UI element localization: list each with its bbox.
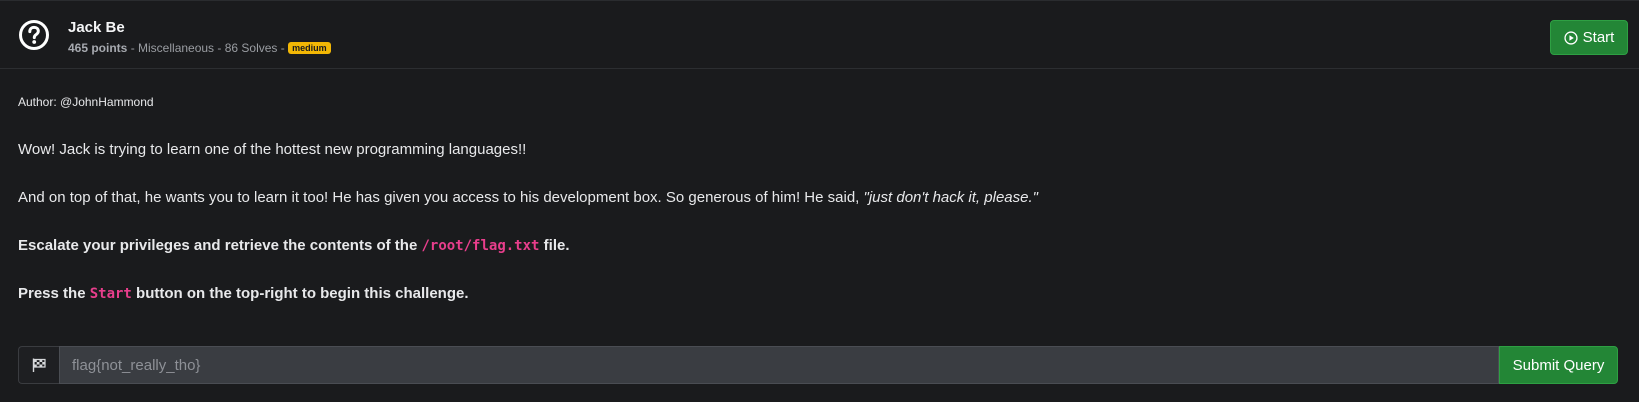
paragraph-3-before: Escalate your privileges and retrieve th… [18,237,422,254]
checkered-flag-icon [32,358,46,372]
paragraph-2-text: And on top of that, he wants you to lear… [18,189,864,206]
question-circle-icon [19,20,49,50]
description-paragraph-1: Wow! Jack is trying to learn one of the … [18,141,527,158]
flag-icon-addon [18,346,59,384]
challenge-title: Jack Be [68,19,125,36]
description-paragraph-2: And on top of that, he wants you to lear… [18,189,1038,206]
challenge-meta: 465 points - Miscellaneous - 86 Solves -… [68,41,331,55]
description-paragraph-4: Press the Start button on the top-right … [18,285,469,302]
submit-query-button[interactable]: Submit Query [1499,346,1618,384]
flag-submit-form: Submit Query [18,346,1618,384]
paragraph-2-quote: "just don't hack it, please." [863,189,1038,206]
challenge-header: Jack Be 465 points - Miscellaneous - 86 … [0,1,1639,69]
flag-input[interactable] [59,346,1499,384]
challenge-card: Jack Be 465 points - Miscellaneous - 86 … [0,0,1639,402]
challenge-category-solves: - Miscellaneous - 86 Solves - [127,41,289,55]
challenge-points: 465 points [68,41,128,55]
author-line: Author: @JohnHammond [18,95,154,109]
paragraph-4-after: button on the top-right to begin this ch… [131,285,469,302]
description-paragraph-3: Escalate your privileges and retrieve th… [18,237,570,254]
start-button[interactable]: Start [1550,20,1628,55]
play-circle-icon [1564,30,1578,45]
flag-path-code: /root/flag.txt [421,238,540,254]
paragraph-4-before: Press the [18,285,90,302]
start-code: Start [89,286,132,302]
start-button-label: Start [1582,29,1615,46]
difficulty-badge: medium [288,42,331,54]
paragraph-3-after: file. [539,237,570,254]
